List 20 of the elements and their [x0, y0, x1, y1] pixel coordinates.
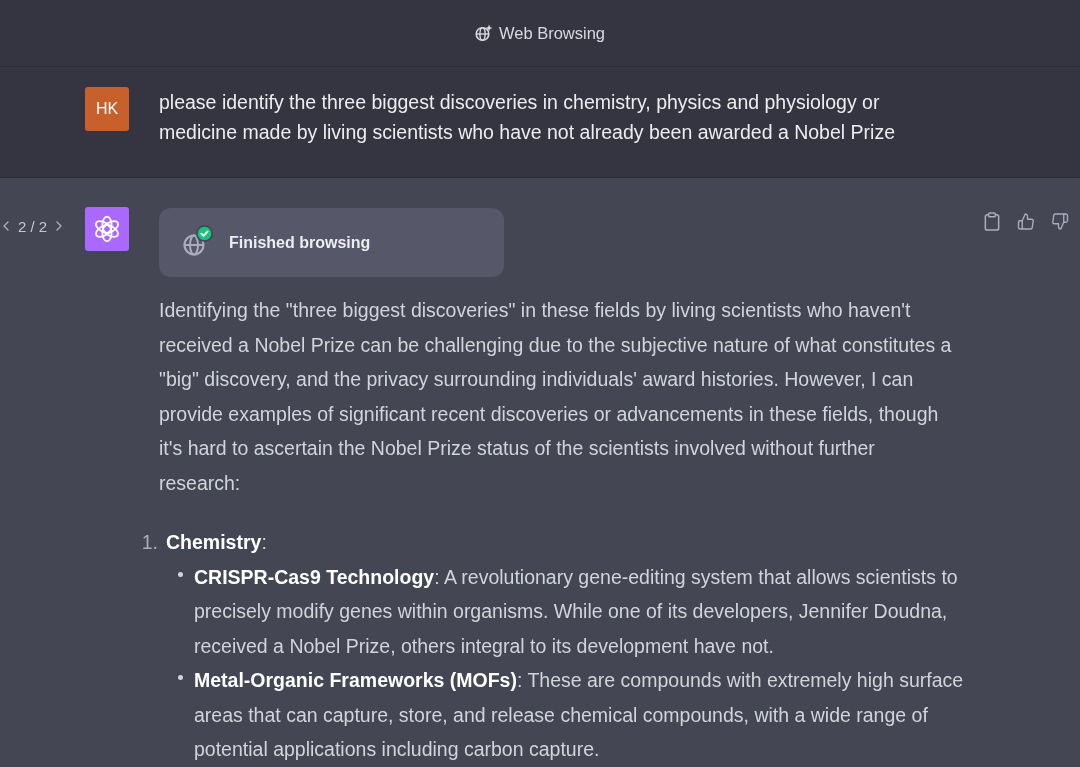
- thumbs-up-icon[interactable]: [1017, 212, 1035, 231]
- clipboard-icon[interactable]: [983, 212, 1001, 231]
- atom-avatar-icon: [85, 207, 129, 251]
- list-item-text: CRISPR-Cas9 Technology: A revolutionary gene-editing system that allows scientists to precisely modify genes within organisms. While one of its developers, Jennifer Doudna, received a Nobel Prize, others integral to its development have not.: [194, 564, 959, 659]
- globe-sparkle-icon: [474, 24, 493, 42]
- user-message-text: please identify the three biggest discoveries in chemistry, physics and physiology or medicine made by living scientists who have not already been awarded a Nobel Prize: [159, 90, 896, 145]
- user-avatar: HK: [85, 87, 129, 131]
- list-heading: Chemistry:: [166, 530, 267, 555]
- thumbs-down-icon[interactable]: [1051, 212, 1069, 231]
- response-paragraph: Identifying the "three biggest discoveries" in these fields by living scientists who haven't received a Nobel Prize can be challenging due to the subjective nature of what constitutes a "big" discovery, and the privacy surrounding individuals' award histories. However, I can provide examples of significant recent discoveries or advancements in these fields, though it's hard to ascertain the Nobel Prize status of the scientists involved without further research:: [159, 298, 953, 496]
- chevron-right-icon[interactable]: [56, 221, 63, 231]
- chevron-left-icon[interactable]: [3, 221, 9, 231]
- list-item-text: Metal-Organic Frameworks (MOFs): These are compounds with extremely high surface areas that can capture, store, and release chemical compounds, with a wide range of potential applications including carbon capture.: [194, 668, 965, 762]
- globe-icon: [183, 233, 205, 256]
- bullet-icon: [178, 571, 183, 577]
- header-title: Web Browsing: [498, 23, 606, 43]
- bullet-icon: [178, 675, 183, 680]
- response-counter: 2 / 2: [18, 217, 48, 235]
- list-number: 1.: [140, 530, 158, 555]
- browsing-status-button[interactable]: Finished browsing: [159, 208, 504, 277]
